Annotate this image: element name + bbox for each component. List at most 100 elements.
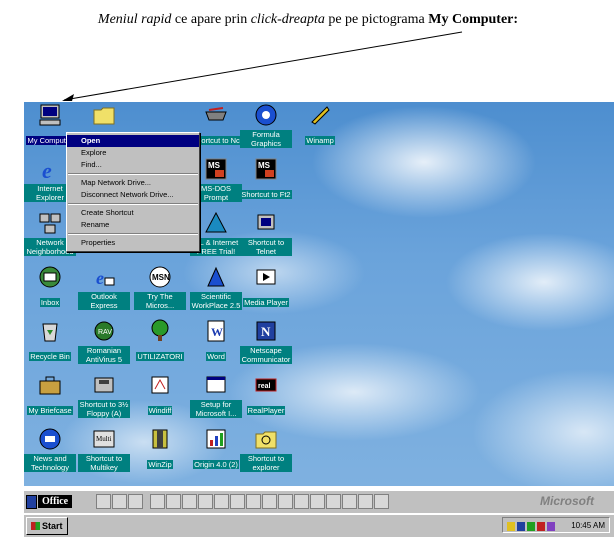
tray-app-icon[interactable] bbox=[537, 522, 545, 531]
explorer-icon bbox=[255, 431, 277, 449]
icon-label: UTILIZATORI bbox=[136, 352, 184, 361]
recycle-icon bbox=[42, 323, 58, 342]
icon-label: WinZip bbox=[147, 460, 173, 469]
tray-volume-icon[interactable] bbox=[507, 522, 515, 531]
menu-item-open[interactable]: Open bbox=[67, 135, 199, 147]
tray-network-icon[interactable] bbox=[517, 522, 525, 531]
ie-icon: e bbox=[42, 158, 52, 182]
menu-item-rename[interactable]: Rename bbox=[67, 219, 199, 231]
desktop-icon-realplayer[interactable]: real RealPlayer bbox=[240, 372, 292, 418]
svg-text:W: W bbox=[211, 325, 223, 339]
office-toolbar-button[interactable] bbox=[358, 494, 373, 509]
icon-label: Shortcut to Ft2 bbox=[240, 190, 292, 199]
globe-icon bbox=[255, 104, 277, 126]
office-toolbar-button[interactable] bbox=[112, 494, 127, 509]
clock[interactable]: 10:45 AM bbox=[571, 521, 605, 530]
media-icon bbox=[256, 269, 276, 285]
msdos-icon: MS bbox=[205, 158, 227, 180]
office-toolbar-button[interactable] bbox=[326, 494, 341, 509]
svg-text:Multi: Multi bbox=[96, 435, 112, 443]
office-toolbar-button[interactable] bbox=[128, 494, 143, 509]
office-toolbar-button[interactable] bbox=[294, 494, 309, 509]
winzip-icon bbox=[152, 429, 168, 449]
menu-item-find[interactable]: Find... bbox=[67, 159, 199, 171]
menu-item-explore[interactable]: Explore bbox=[67, 147, 199, 159]
inbox-icon bbox=[39, 266, 61, 288]
office-toolbar-button[interactable] bbox=[374, 494, 389, 509]
office-toolbar-button[interactable] bbox=[342, 494, 357, 509]
desktop[interactable]: My Computer e Internet Explorer Network … bbox=[24, 102, 614, 486]
office-toolbar-button[interactable] bbox=[310, 494, 325, 509]
desktop-icon-windiff[interactable]: Windiff bbox=[134, 372, 186, 418]
office-toolbar-button[interactable] bbox=[278, 494, 293, 509]
icon-label: RealPlayer bbox=[246, 406, 286, 415]
system-tray: 10:45 AM bbox=[502, 517, 610, 533]
desktop-icon-scientific-workplace[interactable]: Scientific WorkPlace 2.5 bbox=[190, 264, 242, 313]
msdos-icon: MS bbox=[255, 158, 277, 180]
antivirus-icon: RAV bbox=[94, 321, 114, 341]
desktop-icon-origin[interactable]: Origin 4.0 (2) bbox=[190, 426, 242, 472]
desktop-icon-news-technology[interactable]: News and Technology bbox=[24, 426, 76, 475]
desktop-icon-floppy-shortcut[interactable]: Shortcut to 3½ Floppy (A) bbox=[78, 372, 130, 421]
icon-label: Try The Micros... bbox=[134, 292, 186, 310]
office-toolbar-button[interactable] bbox=[96, 494, 111, 509]
desktop-icon-recycle-bin[interactable]: Recycle Bin bbox=[24, 318, 76, 364]
office-logo-icon[interactable] bbox=[26, 495, 37, 509]
office-toolbar-button[interactable] bbox=[230, 494, 245, 509]
office-toolbar-button[interactable] bbox=[150, 494, 165, 509]
desktop-icon-formula-graphics[interactable]: Formula Graphics bbox=[240, 102, 292, 151]
menu-item-create-shortcut[interactable]: Create Shortcut bbox=[67, 207, 199, 219]
folder-icon bbox=[93, 107, 115, 125]
desktop-icon-netscape[interactable]: N Netscape Communicator bbox=[240, 318, 292, 367]
windiff-icon bbox=[151, 376, 169, 394]
desktop-icon-my-briefcase[interactable]: My Briefcase bbox=[24, 372, 76, 418]
icon-label: Formula Graphics bbox=[240, 130, 292, 148]
office-toolbar-button[interactable] bbox=[182, 494, 197, 509]
menu-item-disconnect-network-drive[interactable]: Disconnect Network Drive... bbox=[67, 189, 199, 201]
office-label[interactable]: Office bbox=[38, 495, 73, 508]
office-toolbar-button[interactable] bbox=[198, 494, 213, 509]
icon-label: Outlook Express bbox=[78, 292, 130, 310]
icon-label: Shortcut to explorer bbox=[240, 454, 292, 472]
office-toolbar-button[interactable] bbox=[262, 494, 277, 509]
tray-antivirus-icon[interactable] bbox=[527, 522, 535, 531]
menu-separator bbox=[68, 233, 198, 235]
icon-label: Shortcut to Telnet bbox=[240, 238, 292, 256]
menu-item-map-network-drive[interactable]: Map Network Drive... bbox=[67, 177, 199, 189]
realplayer-icon: real bbox=[255, 378, 277, 392]
shortcut-icon bbox=[205, 107, 227, 121]
desktop-icon-word[interactable]: W Word bbox=[190, 318, 242, 364]
desktop-icon-winzip[interactable]: WinZip bbox=[134, 426, 186, 472]
start-button[interactable]: Start bbox=[26, 517, 68, 535]
tray-app-icon[interactable] bbox=[547, 522, 555, 531]
desktop-icon-winamp[interactable]: Winamp bbox=[294, 102, 346, 148]
desktop-icon-outlook-express[interactable]: e Outlook Express bbox=[78, 264, 130, 313]
desktop-icon-shortcut-ft2[interactable]: MS Shortcut to Ft2 bbox=[240, 156, 292, 202]
desktop-icon-multikey[interactable]: Multi Shortcut to Multikey bbox=[78, 426, 130, 475]
icon-label: Shortcut to Multikey bbox=[78, 454, 130, 472]
desktop-icon-utilizatori[interactable]: UTILIZATORI bbox=[134, 318, 186, 364]
menu-separator bbox=[68, 203, 198, 205]
desktop-icon-try-msn[interactable]: MSN Try The Micros... bbox=[134, 264, 186, 313]
svg-text:real: real bbox=[258, 383, 271, 390]
office-toolbar-button[interactable] bbox=[166, 494, 181, 509]
office-toolbar-button[interactable] bbox=[214, 494, 229, 509]
office-toolbar-button[interactable] bbox=[246, 494, 261, 509]
multikey-icon: Multi bbox=[93, 430, 115, 448]
desktop-icon-setup-microsoft[interactable]: Setup for Microsoft I... bbox=[190, 372, 242, 421]
setup-icon bbox=[206, 376, 226, 393]
desktop-icon-shortcut-telnet[interactable]: Shortcut to Telnet bbox=[240, 210, 292, 259]
svg-text:MSN: MSN bbox=[152, 273, 170, 282]
desktop-icon-media-player[interactable]: Media Player bbox=[240, 264, 292, 310]
desktop-icon-shortcut-explorer[interactable]: Shortcut to explorer bbox=[240, 426, 292, 475]
news-icon bbox=[39, 428, 61, 450]
desktop-icon-romanian-antivirus[interactable]: RAV Romanian AntiVirus 5 bbox=[78, 318, 130, 367]
desktop-icon-outlook-folder[interactable] bbox=[78, 102, 130, 130]
start-label: Start bbox=[42, 521, 63, 531]
desktop-icon-inbox[interactable]: Inbox bbox=[24, 264, 76, 310]
icon-label: Origin 4.0 (2) bbox=[193, 460, 239, 469]
icon-label: Romanian AntiVirus 5 bbox=[78, 346, 130, 364]
icon-label: Netscape Communicator bbox=[240, 346, 292, 364]
windows-logo-icon bbox=[31, 522, 40, 530]
menu-item-properties[interactable]: Properties bbox=[67, 237, 199, 249]
